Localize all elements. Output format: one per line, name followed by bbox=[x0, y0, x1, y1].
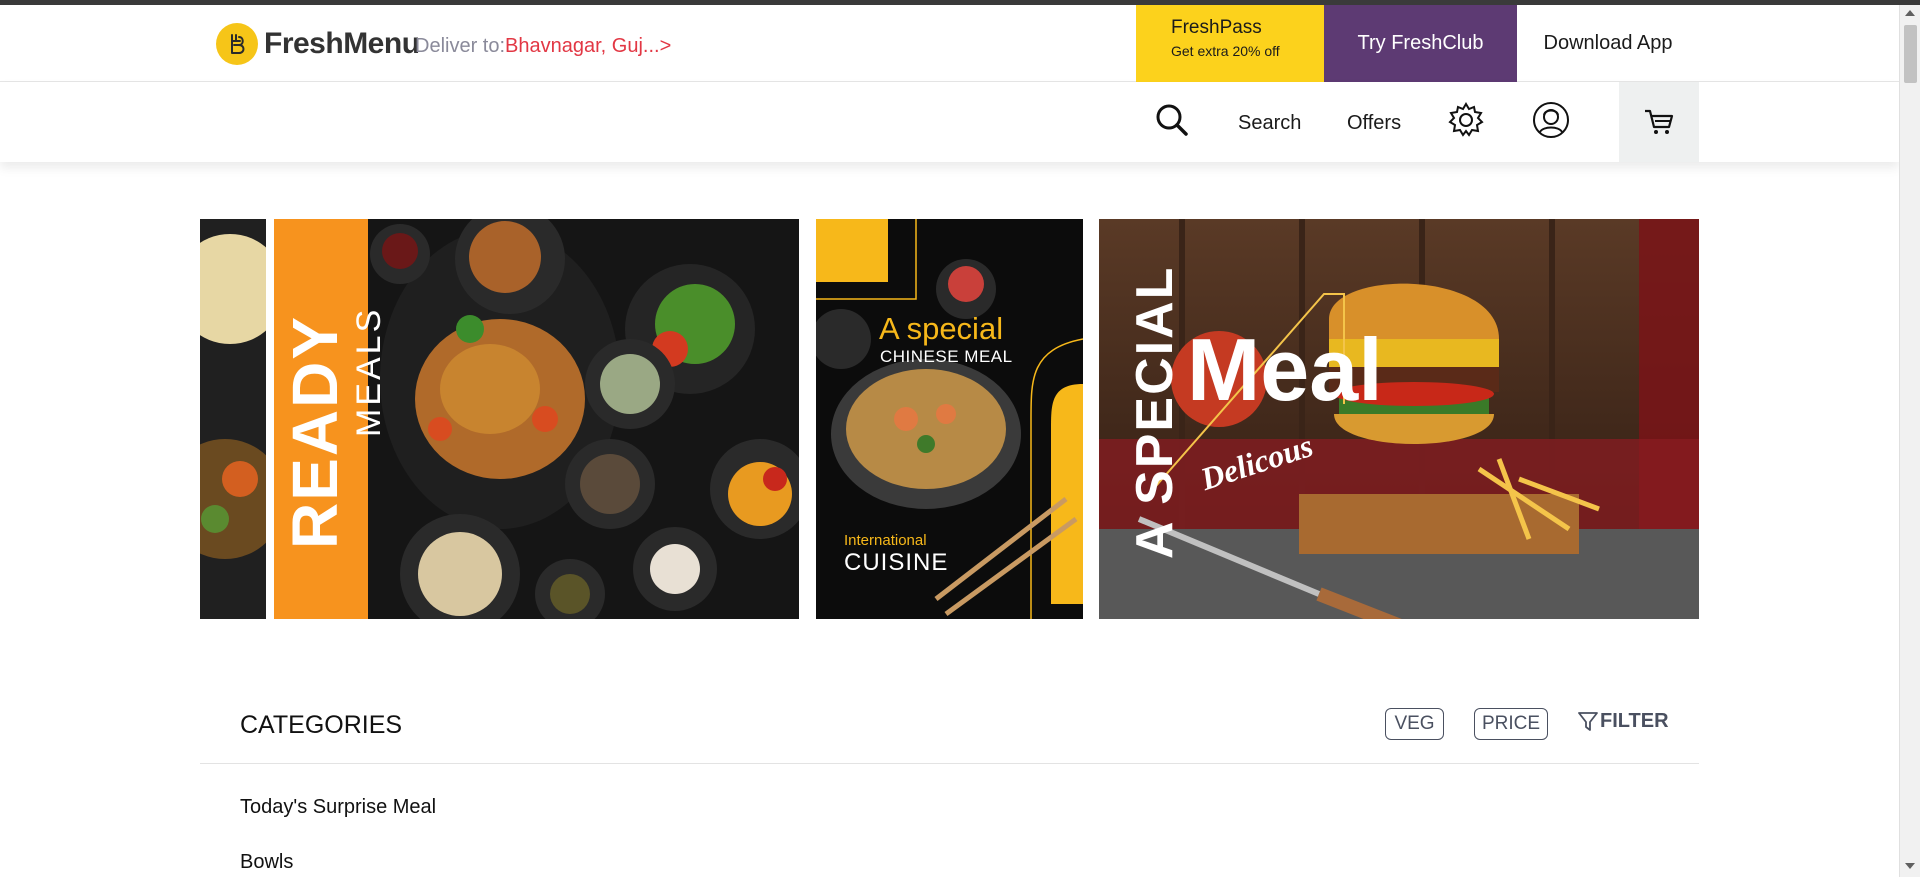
price-filter-button[interactable]: PRICE bbox=[1474, 708, 1548, 740]
banner-ready-title: READY bbox=[279, 314, 351, 549]
categories-divider bbox=[200, 763, 1699, 764]
logo-text: FreshMenu bbox=[264, 27, 420, 60]
search-link[interactable]: Search bbox=[1238, 112, 1301, 135]
veg-filter-button[interactable]: VEG bbox=[1385, 708, 1444, 740]
filter-icon bbox=[1578, 711, 1598, 731]
cart-button[interactable] bbox=[1619, 82, 1699, 162]
banner-chinese-title: A special bbox=[879, 311, 1004, 346]
freshpass-title: FreshPass bbox=[1171, 17, 1262, 38]
banner-chinese-meal[interactable]: A special CHINESE MEAL International CUI… bbox=[816, 219, 1083, 619]
deliver-location[interactable]: Bhavnagar, Guj...> bbox=[505, 35, 671, 57]
categories-title: CATEGORIES bbox=[240, 711, 403, 739]
banner-chinese-intl: International bbox=[844, 532, 927, 549]
settings-icon[interactable] bbox=[1446, 100, 1486, 140]
scrollbar[interactable] bbox=[1899, 5, 1920, 877]
download-app-button[interactable]: Download App bbox=[1517, 5, 1699, 82]
logo-icon bbox=[216, 23, 258, 65]
banner-ready-meals[interactable]: READY MEALS bbox=[200, 219, 799, 619]
banner-chinese-subtitle: CHINESE MEAL bbox=[880, 347, 1013, 366]
cart-icon bbox=[1645, 109, 1674, 134]
banner-special-meal[interactable]: A SPECIAL Meal Delicous bbox=[1099, 219, 1699, 619]
nav-bar: Search Offers bbox=[0, 82, 1899, 162]
banner-chinese-cuisine: CUISINE bbox=[844, 549, 949, 576]
top-header: FreshMenu Deliver to:Bhavnagar, Guj...> … bbox=[0, 5, 1899, 82]
banner-meal-title: Meal bbox=[1187, 320, 1383, 419]
scroll-down-arrow-icon[interactable] bbox=[1905, 863, 1915, 869]
freshclub-button[interactable]: Try FreshClub bbox=[1324, 5, 1517, 82]
banner-meal-vertical: A SPECIAL bbox=[1126, 265, 1184, 559]
scroll-up-arrow-icon[interactable] bbox=[1905, 10, 1915, 16]
profile-icon[interactable] bbox=[1531, 100, 1571, 140]
category-item[interactable]: Bowls bbox=[240, 851, 293, 874]
search-icon[interactable] bbox=[1152, 100, 1192, 140]
banner-ready-subtitle: MEALS bbox=[350, 306, 388, 437]
offers-link[interactable]: Offers bbox=[1347, 112, 1401, 135]
filter-label: FILTER bbox=[1600, 710, 1669, 732]
freshpass-subtitle: Get extra 20% off bbox=[1171, 43, 1280, 59]
freshpass-button[interactable]: FreshPass Get extra 20% off bbox=[1136, 5, 1324, 82]
filter-button[interactable]: FILTER bbox=[1578, 710, 1669, 733]
logo[interactable]: FreshMenu bbox=[216, 20, 420, 68]
page: FreshMenu Deliver to:Bhavnagar, Guj...> … bbox=[0, 5, 1899, 877]
category-item[interactable]: Today's Surprise Meal bbox=[240, 796, 436, 819]
deliver-to[interactable]: Deliver to:Bhavnagar, Guj...> bbox=[415, 35, 671, 58]
scroll-thumb[interactable] bbox=[1904, 25, 1917, 83]
deliver-label: Deliver to: bbox=[415, 35, 506, 57]
